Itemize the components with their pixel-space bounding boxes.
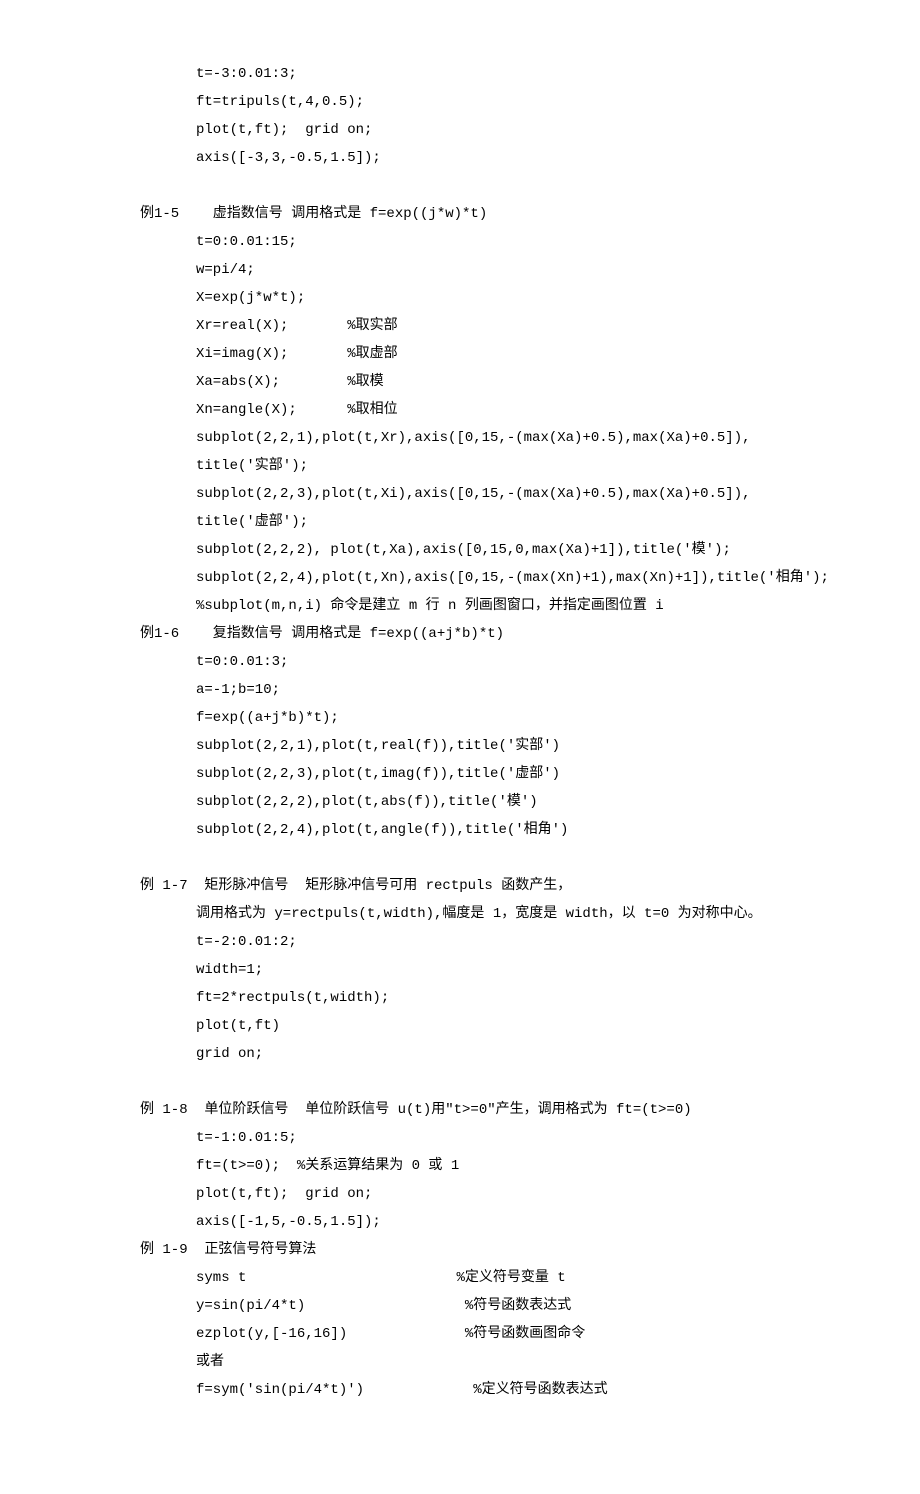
- example-header-1-9: 例 1-9 正弦信号符号算法: [140, 1236, 780, 1264]
- code-line: Xi=imag(X); %取虚部: [140, 340, 780, 368]
- example-header-1-6: 例1-6 复指数信号 调用格式是 f=exp((a+j*b)*t): [140, 620, 780, 648]
- code-line: title('虚部');: [140, 508, 780, 536]
- code-line: subplot(2,2,4),plot(t,angle(f)),title('相…: [140, 816, 780, 844]
- code-line: f=exp((a+j*b)*t);: [140, 704, 780, 732]
- code-line: width=1;: [140, 956, 780, 984]
- example-header-1-8: 例 1-8 单位阶跃信号 单位阶跃信号 u(t)用"t>=0"产生，调用格式为 …: [140, 1096, 780, 1124]
- code-line: ft=2*rectpuls(t,width);: [140, 984, 780, 1012]
- example-subheader-1-7: 调用格式为 y=rectpuls(t,width),幅度是 1，宽度是 widt…: [140, 900, 780, 928]
- code-line: subplot(2,2,3),plot(t,imag(f)),title('虚部…: [140, 760, 780, 788]
- code-line: ezplot(y,[-16,16]) %符号函数画图命令: [140, 1320, 780, 1348]
- blank-line: [140, 172, 780, 200]
- code-line: y=sin(pi/4*t) %符号函数表达式: [140, 1292, 780, 1320]
- code-line: Xn=angle(X); %取相位: [140, 396, 780, 424]
- code-line: syms t %定义符号变量 t: [140, 1264, 780, 1292]
- code-line: t=-2:0.01:2;: [140, 928, 780, 956]
- example-header-1-5: 例1-5 虚指数信号 调用格式是 f=exp((j*w)*t): [140, 200, 780, 228]
- code-line: plot(t,ft); grid on;: [140, 1180, 780, 1208]
- code-line: grid on;: [140, 1040, 780, 1068]
- code-line: 或者: [140, 1348, 780, 1376]
- blank-line: [140, 844, 780, 872]
- code-line: f=sym('sin(pi/4*t)') %定义符号函数表达式: [140, 1376, 780, 1404]
- code-line: ft=tripuls(t,4,0.5);: [140, 88, 780, 116]
- code-line: subplot(2,2,2),plot(t,abs(f)),title('模'): [140, 788, 780, 816]
- code-line: t=-1:0.01:5;: [140, 1124, 780, 1152]
- code-line: t=0:0.01:3;: [140, 648, 780, 676]
- code-line: Xr=real(X); %取实部: [140, 312, 780, 340]
- example-header-1-7: 例 1-7 矩形脉冲信号 矩形脉冲信号可用 rectpuls 函数产生，: [140, 872, 780, 900]
- code-line: subplot(2,2,1),plot(t,real(f)),title('实部…: [140, 732, 780, 760]
- code-line: subplot(2,2,1),plot(t,Xr),axis([0,15,-(m…: [140, 424, 780, 452]
- code-line: plot(t,ft): [140, 1012, 780, 1040]
- blank-line: [140, 1068, 780, 1096]
- code-line: title('实部');: [140, 452, 780, 480]
- document-body: t=-3:0.01:3; ft=tripuls(t,4,0.5); plot(t…: [140, 60, 780, 1404]
- code-line: axis([-3,3,-0.5,1.5]);: [140, 144, 780, 172]
- code-line: Xa=abs(X); %取模: [140, 368, 780, 396]
- code-line: ft=(t>=0); %关系运算结果为 0 或 1: [140, 1152, 780, 1180]
- code-line: subplot(2,2,2), plot(t,Xa),axis([0,15,0,…: [140, 536, 780, 564]
- code-line: %subplot(m,n,i) 命令是建立 m 行 n 列画图窗口，并指定画图位…: [140, 592, 780, 620]
- code-line: t=0:0.01:15;: [140, 228, 780, 256]
- code-line: a=-1;b=10;: [140, 676, 780, 704]
- code-line: X=exp(j*w*t);: [140, 284, 780, 312]
- code-line: subplot(2,2,4),plot(t,Xn),axis([0,15,-(m…: [140, 564, 780, 592]
- code-line: subplot(2,2,3),plot(t,Xi),axis([0,15,-(m…: [140, 480, 780, 508]
- code-line: t=-3:0.01:3;: [140, 60, 780, 88]
- code-line: plot(t,ft); grid on;: [140, 116, 780, 144]
- code-line: w=pi/4;: [140, 256, 780, 284]
- code-line: axis([-1,5,-0.5,1.5]);: [140, 1208, 780, 1236]
